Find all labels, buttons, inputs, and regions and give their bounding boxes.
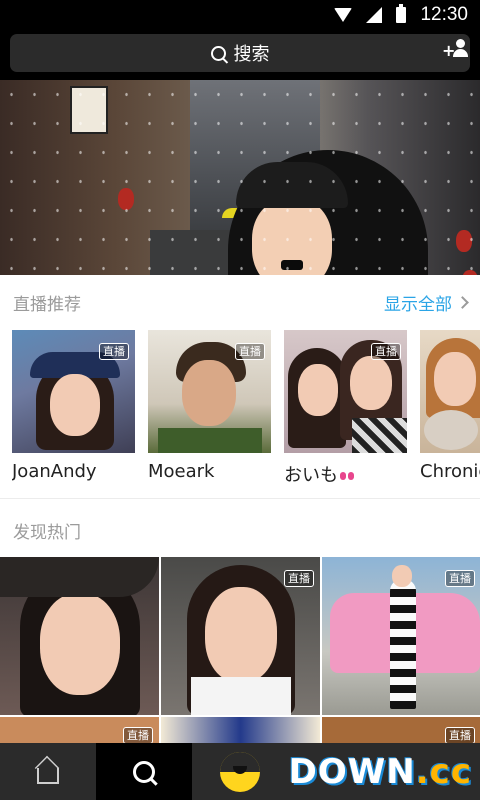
live-card-name-text: おいも [284,465,338,486]
live-card-thumbnail: 直播 [12,330,135,453]
live-card-name: Moeark [148,461,215,482]
nav-center-logo[interactable] [192,743,288,800]
live-card-name: Chronic [420,461,480,482]
hot-tile[interactable] [161,717,320,743]
show-all-label: 显示全部 [384,295,452,315]
hot-tile[interactable]: 直播 [322,557,480,715]
portrait-hat [0,557,159,597]
live-badge: 直播 [99,343,129,360]
live-card[interactable]: Chronic [420,330,480,482]
portrait-cat [424,410,478,450]
hot-tile[interactable]: 直播 [0,717,159,743]
portrait-dress [390,579,416,709]
live-badge: 直播 [445,727,475,743]
live-card-name: JoanAndy [12,461,97,482]
live-card-thumbnail [420,330,480,453]
live-card-thumbnail: 直播 [148,330,271,453]
portrait-face [392,565,412,587]
live-badge: 直播 [371,343,401,360]
status-bar: 12:30 [0,0,480,30]
ribbon-emoji-icon [340,471,354,481]
watermark-suffix: .cc [415,752,472,792]
user-head-shape [456,39,465,48]
watermark-main: DOWN [288,752,416,792]
show-all-link[interactable]: 显示全部 [384,290,469,315]
banner-snow-overlay [0,80,480,275]
portrait-face [40,593,120,695]
hot-tile[interactable]: 直播 [322,717,480,743]
live-recommend-row: 直播 JoanAndy 直播 Moeark 直播 おいも Chroni [12,330,480,490]
live-badge: 直播 [123,727,153,743]
live-card[interactable]: 直播 おいも [284,330,407,487]
search-label: 搜索 [233,44,270,65]
portrait-face [350,356,392,410]
search-icon [133,760,155,783]
live-card[interactable]: 直播 Moeark [148,330,271,482]
live-badge: 直播 [284,570,314,587]
top-header: 搜索 + [0,30,480,80]
nav-explore[interactable] [96,743,192,800]
wifi-icon [334,8,353,22]
hot-tile[interactable]: 直播 [161,557,320,715]
search-icon [210,45,226,61]
live-badge: 直播 [235,343,265,360]
portrait-shirt [191,677,291,715]
live-section-title: 直播推荐 [13,295,81,315]
portrait-face [434,352,476,406]
user-body-shape [453,49,468,57]
status-time: 12:30 [420,4,468,25]
portrait-shirt [158,428,262,453]
featured-banner[interactable] [0,80,480,275]
live-badge: 直播 [445,570,475,587]
live-card-thumbnail: 直播 [284,330,407,453]
home-icon [37,767,59,784]
signal-icon [366,7,383,23]
watermark-logo: DOWN.cc [289,752,472,792]
hot-section-title: 发现热门 [13,523,81,543]
app-logo-icon [220,751,260,792]
add-user-button[interactable]: + [442,36,470,62]
hot-tile[interactable] [0,557,159,715]
battery-icon [396,4,407,23]
portrait-face [298,364,338,416]
live-card[interactable]: 直播 JoanAndy [12,330,135,482]
hot-grid: 直播 直播 直播 直播 [0,557,480,743]
nav-home[interactable] [0,743,96,800]
portrait-shirt [352,418,407,453]
portrait-face [182,360,236,426]
portrait-face [205,587,277,683]
add-plus-glyph: + [442,41,456,60]
section-divider [0,498,480,499]
chevron-right-icon [456,296,469,309]
search-bar[interactable]: 搜索 [10,34,470,72]
live-card-name: おいも [284,461,407,487]
portrait-face [50,374,100,436]
